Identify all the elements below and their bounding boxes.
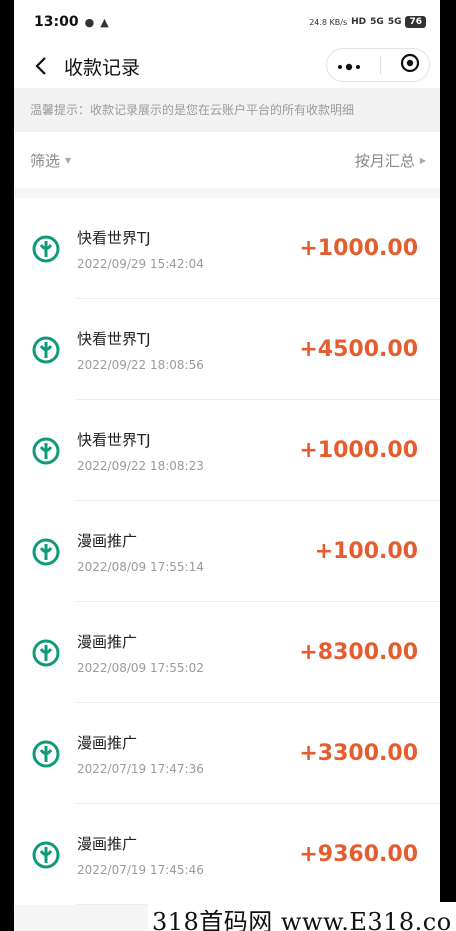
bank-logo-icon (32, 235, 60, 263)
record-time: 2022/09/29 15:42:04 (77, 256, 204, 271)
record-row[interactable]: 快看世界TJ 2022/09/22 18:08:23 +1000.00 (14, 400, 440, 501)
record-time: 2022/08/09 17:55:14 (77, 559, 204, 574)
bank-logo-icon (32, 538, 60, 566)
record-amount: +1000.00 (299, 438, 418, 463)
payer-name: 漫画推广 (77, 733, 138, 752)
record-time: 2022/07/19 17:45:46 (77, 862, 204, 877)
record-info: 快看世界TJ 2022/09/22 18:08:56 (77, 328, 204, 372)
status-time: 13:00 (34, 14, 79, 30)
net-speed: 24.8 KB/s (309, 17, 348, 27)
record-time: 2022/08/09 17:55:02 (77, 660, 204, 675)
record-row[interactable]: 漫画推广 2022/07/19 17:47:36 +3300.00 (14, 703, 440, 804)
record-info: 漫画推广 2022/08/09 17:55:14 (77, 530, 204, 574)
status-left: 13:00 ● ▲ (34, 14, 109, 30)
record-amount: +9360.00 (299, 842, 418, 867)
battery-indicator: 76 (405, 16, 426, 28)
record-amount: +4500.00 (299, 337, 418, 362)
signal-2: 5G (387, 17, 402, 27)
bank-logo-icon (32, 639, 60, 667)
record-info: 漫画推广 2022/07/19 17:45:46 (77, 833, 204, 877)
record-amount: +3300.00 (299, 741, 418, 766)
signal-1: 5G (370, 17, 384, 27)
payer-name: 漫画推广 (77, 531, 138, 550)
chevron-left-icon[interactable] (30, 55, 52, 77)
page-title: 收款记录 (64, 56, 141, 79)
bank-logo-icon (32, 336, 60, 364)
record-row[interactable]: 快看世界TJ 2022/09/29 15:42:04 +1000.00 (14, 198, 440, 299)
bank-logo-icon (32, 740, 60, 768)
filter-button[interactable]: 筛选 ▼ (30, 150, 71, 171)
record-time: 2022/09/22 18:08:23 (77, 458, 204, 473)
record-time: 2022/09/22 18:08:56 (77, 357, 204, 372)
filter-label: 筛选 (30, 151, 61, 170)
wechat-icon: ● (84, 15, 95, 29)
bank-logo-icon (32, 437, 60, 465)
monthly-summary-button[interactable]: 按月汇总 ▶ (355, 150, 426, 171)
filter-bar: 筛选 ▼ 按月汇总 ▶ (14, 132, 440, 188)
bell-icon: ▲ (100, 15, 109, 29)
nav-bar: 收款记录 (14, 44, 440, 88)
tip-text: 温馨提示：收款记录展示的是您在云账户平台的所有收款明细 (30, 103, 355, 117)
record-info: 快看世界TJ 2022/09/22 18:08:23 (77, 429, 204, 473)
target-circle-icon[interactable] (400, 53, 420, 77)
record-row[interactable]: 快看世界TJ 2022/09/22 18:08:56 +4500.00 (14, 299, 440, 400)
record-row[interactable]: 漫画推广 2022/08/09 17:55:02 +8300.00 (14, 602, 440, 703)
bank-logo-icon (32, 841, 60, 869)
caret-right-icon: ▶ (419, 155, 426, 165)
phone-screen: 13:00 ● ▲ 24.8 KB/s HD 5G 5G 76 收款记录 温馨提… (14, 0, 440, 931)
capsule-divider (380, 56, 382, 74)
record-time: 2022/07/19 17:47:36 (77, 761, 204, 776)
payer-name: 漫画推广 (77, 834, 138, 853)
tip-banner: 温馨提示：收款记录展示的是您在云账户平台的所有收款明细 (14, 88, 440, 132)
caret-down-icon: ▼ (65, 155, 72, 165)
payer-name: 漫画推广 (77, 632, 138, 651)
record-amount: +100.00 (314, 539, 418, 564)
mini-program-capsule (326, 48, 430, 82)
record-list: 快看世界TJ 2022/09/29 15:42:04 +1000.00 快看世界… (14, 198, 440, 905)
site-watermark: 318首码网 www.E318.co (148, 902, 456, 931)
payer-name: 快看世界TJ (77, 329, 151, 348)
status-bar: 13:00 ● ▲ 24.8 KB/s HD 5G 5G 76 (14, 0, 440, 44)
record-info: 漫画推广 2022/07/19 17:47:36 (77, 732, 204, 776)
record-row[interactable]: 漫画推广 2022/08/09 17:55:14 +100.00 (14, 501, 440, 602)
status-right: 24.8 KB/s HD 5G 5G 76 (309, 16, 426, 28)
record-amount: +8300.00 (299, 640, 418, 665)
payer-name: 快看世界TJ (77, 228, 151, 247)
payer-name: 快看世界TJ (77, 430, 151, 449)
more-dots-icon[interactable] (336, 56, 362, 75)
record-info: 漫画推广 2022/08/09 17:55:02 (77, 631, 204, 675)
monthly-summary-label: 按月汇总 (354, 151, 415, 170)
record-row[interactable]: 漫画推广 2022/07/19 17:45:46 +9360.00 (14, 804, 440, 905)
hd-badge: HD (351, 17, 367, 27)
section-gap (14, 188, 440, 198)
record-info: 快看世界TJ 2022/09/29 15:42:04 (77, 227, 204, 271)
record-amount: +1000.00 (299, 236, 418, 261)
